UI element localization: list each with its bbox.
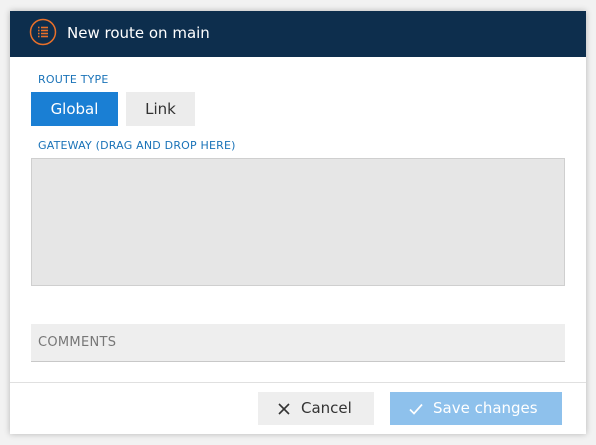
new-route-dialog: New route on main ROUTE TYPE Global Link… — [10, 11, 586, 434]
dialog-title: New route on main — [67, 24, 210, 42]
gateway-dropzone[interactable] — [31, 158, 565, 286]
cancel-label: Cancel — [301, 399, 352, 417]
dialog-header: New route on main — [10, 11, 586, 57]
footer-divider — [10, 382, 586, 383]
save-changes-label: Save changes — [433, 399, 538, 417]
checkmark-icon — [409, 403, 423, 415]
close-icon — [278, 403, 290, 415]
gateway-label: GATEWAY (DRAG AND DROP HERE) — [38, 139, 236, 152]
route-type-link-button[interactable]: Link — [126, 92, 195, 126]
cancel-button[interactable]: Cancel — [258, 392, 374, 425]
route-type-label: ROUTE TYPE — [38, 73, 109, 86]
route-type-global-button[interactable]: Global — [31, 92, 118, 126]
list-icon — [29, 18, 57, 46]
save-changes-button[interactable]: Save changes — [390, 392, 562, 425]
comments-input[interactable] — [31, 324, 565, 362]
